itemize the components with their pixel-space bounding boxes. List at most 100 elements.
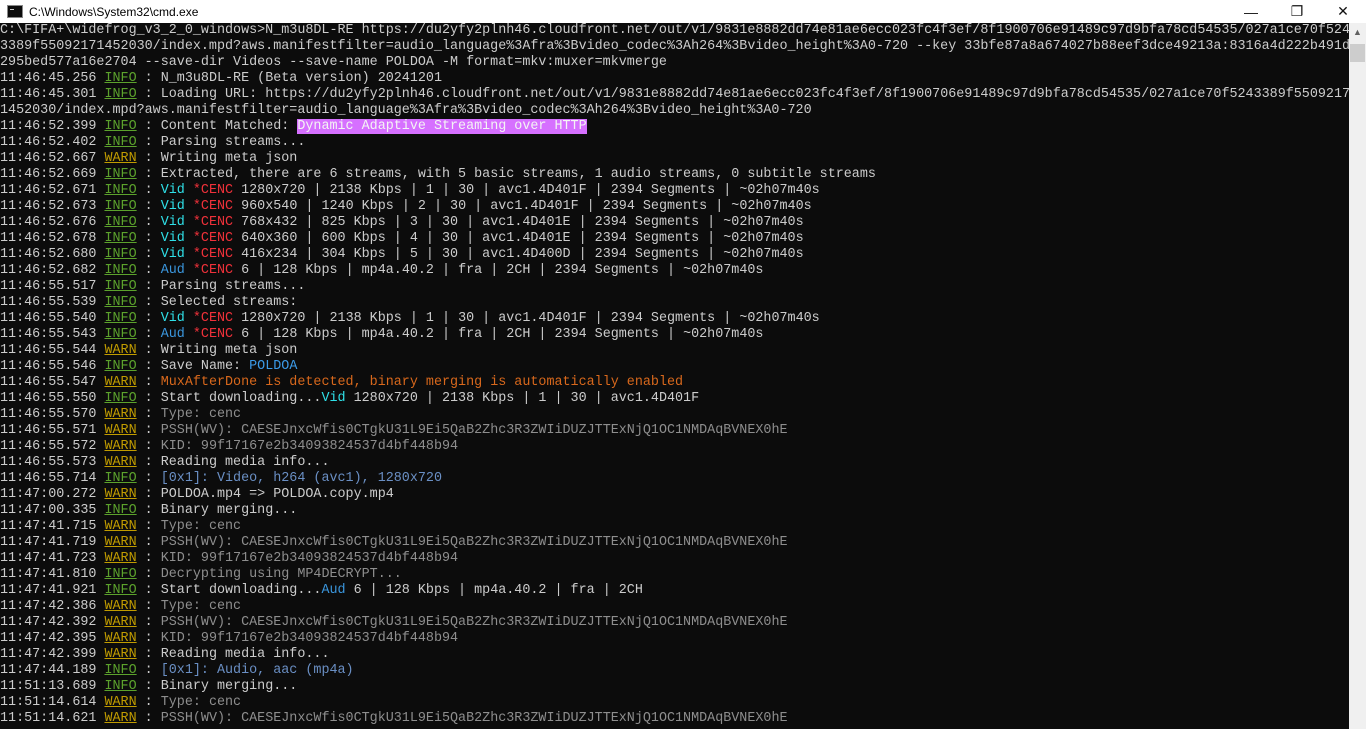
log-message: 768x432 | 825 Kbps | 3 | 30 | avc1.4D401… [241, 215, 804, 230]
log-level-warn: WARN [104, 631, 137, 646]
log-line: 11:46:55.544 WARN : Writing meta json [0, 343, 1349, 359]
log-message: PSSH(WV): CAESEJnxcWfis0CTgkU31L9Ei5QaB2… [160, 615, 788, 630]
log-line: 11:46:55.572 WARN : KID: 99f17167e2b3409… [0, 439, 1349, 455]
command-line: C:\FIFA+\widefrog_v3_2_0_windows>N_m3u8D… [0, 23, 1349, 38]
log-separator: : [136, 407, 161, 422]
log-message: 6 | 128 Kbps | mp4a.40.2 | fra | 2CH | 2… [241, 263, 764, 278]
log-level-warn: WARN [104, 487, 137, 502]
maximize-button[interactable]: ❐ [1274, 0, 1320, 23]
log-message: 1280x720 | 2138 Kbps | 1 | 30 | avc1.4D4… [345, 391, 700, 406]
log-message: *CENC [192, 311, 242, 326]
log-line: 11:46:52.682 INFO : Aud *CENC 6 | 128 Kb… [0, 263, 1349, 279]
log-timestamp: 11:46:52.676 [0, 215, 105, 230]
log-timestamp: 11:47:41.719 [0, 535, 105, 550]
log-line: 11:47:41.719 WARN : PSSH(WV): CAESEJnxcW… [0, 535, 1349, 551]
log-message: Vid [160, 247, 193, 262]
log-message: 6 | 128 Kbps | mp4a.40.2 | fra | 2CH [345, 583, 643, 598]
log-level-info: INFO [104, 471, 137, 486]
log-line: 11:46:55.539 INFO : Selected streams: [0, 295, 1349, 311]
log-level-info: INFO [104, 567, 137, 582]
log-line: 11:46:55.543 INFO : Aud *CENC 6 | 128 Kb… [0, 327, 1349, 343]
log-timestamp: 11:46:52.682 [0, 263, 105, 278]
log-message: Vid [160, 311, 193, 326]
log-message: *CENC [192, 263, 242, 278]
log-level-warn: WARN [104, 615, 137, 630]
log-separator: : [136, 551, 161, 566]
log-separator: : [136, 327, 161, 342]
log-line: 11:46:52.669 INFO : Extracted, there are… [0, 167, 1349, 183]
log-line: 11:46:55.517 INFO : Parsing streams... [0, 279, 1349, 295]
log-level-info: INFO [104, 247, 137, 262]
log-timestamp: 11:47:41.715 [0, 519, 105, 534]
close-button[interactable]: ✕ [1320, 0, 1366, 23]
log-timestamp: 11:46:55.544 [0, 343, 105, 358]
log-separator: : [136, 87, 161, 102]
log-separator: : [136, 167, 161, 182]
log-message: *CENC [192, 183, 242, 198]
log-level-warn: WARN [104, 407, 137, 422]
log-timestamp: 11:46:55.550 [0, 391, 105, 406]
minimize-button[interactable]: — [1228, 0, 1274, 23]
scrollbar-thumb[interactable] [1350, 44, 1365, 62]
vertical-scrollbar[interactable]: ▲ [1349, 23, 1366, 729]
log-line: 11:46:55.540 INFO : Vid *CENC 1280x720 |… [0, 311, 1349, 327]
log-separator: : [136, 503, 161, 518]
log-timestamp: 11:46:52.680 [0, 247, 105, 262]
log-separator: : [136, 247, 161, 262]
log-line: 11:47:42.399 WARN : Reading media info..… [0, 647, 1349, 663]
log-level-info: INFO [104, 263, 137, 278]
log-separator: : [136, 439, 161, 454]
log-message: PSSH(WV): CAESEJnxcWfis0CTgkU31L9Ei5QaB2… [160, 711, 788, 726]
log-message: [0x1]: Video, h264 (avc1), 1280x720 [160, 471, 442, 486]
command-line: 295bed577a16e2704 --save-dir Videos --sa… [0, 55, 667, 70]
log-timestamp: 11:46:52.402 [0, 135, 105, 150]
log-level-warn: WARN [104, 343, 137, 358]
log-message: POLDOA [249, 359, 298, 374]
log-timestamp: 11:46:55.543 [0, 327, 105, 342]
log-message: Binary merging... [160, 679, 298, 694]
log-level-warn: WARN [104, 455, 137, 470]
log-message: 1280x720 | 2138 Kbps | 1 | 30 | avc1.4D4… [241, 183, 820, 198]
log-level-info: INFO [104, 503, 137, 518]
log-level-info: INFO [104, 679, 137, 694]
log-separator: : [136, 679, 161, 694]
log-message: Vid [160, 183, 193, 198]
log-timestamp: 11:46:55.714 [0, 471, 105, 486]
window-controls: — ❐ ✕ [1228, 0, 1366, 23]
log-timestamp: 11:46:55.570 [0, 407, 105, 422]
log-timestamp: 11:46:55.571 [0, 423, 105, 438]
log-timestamp: 11:47:42.395 [0, 631, 105, 646]
console-output[interactable]: C:\FIFA+\widefrog_v3_2_0_windows>N_m3u8D… [0, 23, 1349, 729]
log-line: 11:47:41.715 WARN : Type: cenc [0, 519, 1349, 535]
log-line: 11:46:45.256 INFO : N_m3u8DL-RE (Beta ve… [0, 71, 1349, 87]
log-level-info: INFO [104, 231, 137, 246]
log-level-warn: WARN [104, 599, 137, 614]
log-separator: : [136, 71, 161, 86]
log-message: 1280x720 | 2138 Kbps | 1 | 30 | avc1.4D4… [241, 311, 820, 326]
log-timestamp: 11:51:14.614 [0, 695, 105, 710]
log-separator: : [136, 151, 161, 166]
log-line: 11:46:52.680 INFO : Vid *CENC 416x234 | … [0, 247, 1349, 263]
log-message: Vid [160, 231, 193, 246]
log-line: 11:46:52.678 INFO : Vid *CENC 640x360 | … [0, 231, 1349, 247]
log-level-info: INFO [104, 87, 137, 102]
log-message: Vid [321, 391, 346, 406]
scroll-up-arrow-icon[interactable]: ▲ [1349, 23, 1366, 40]
log-timestamp: 11:46:52.399 [0, 119, 105, 134]
log-message: KID: 99f17167e2b34093824537d4bf448b94 [160, 439, 459, 454]
log-timestamp: 11:46:55.573 [0, 455, 105, 470]
log-separator: : [136, 615, 161, 630]
log-line: 11:46:55.570 WARN : Type: cenc [0, 407, 1349, 423]
log-message: Type: cenc [160, 599, 242, 614]
log-message: Start downloading... [160, 391, 322, 406]
log-timestamp: 11:51:13.689 [0, 679, 105, 694]
cmd-app-icon [7, 5, 23, 18]
log-line: 11:51:14.621 WARN : PSSH(WV): CAESEJnxcW… [0, 711, 1349, 727]
log-message: Aud [160, 327, 193, 342]
log-line: 11:47:41.921 INFO : Start downloading...… [0, 583, 1349, 599]
log-separator: : [136, 311, 161, 326]
log-level-warn: WARN [104, 151, 137, 166]
log-message: Type: cenc [160, 519, 242, 534]
log-separator: : [136, 375, 161, 390]
title-bar: C:\Windows\System32\cmd.exe — ❐ ✕ [0, 0, 1366, 23]
